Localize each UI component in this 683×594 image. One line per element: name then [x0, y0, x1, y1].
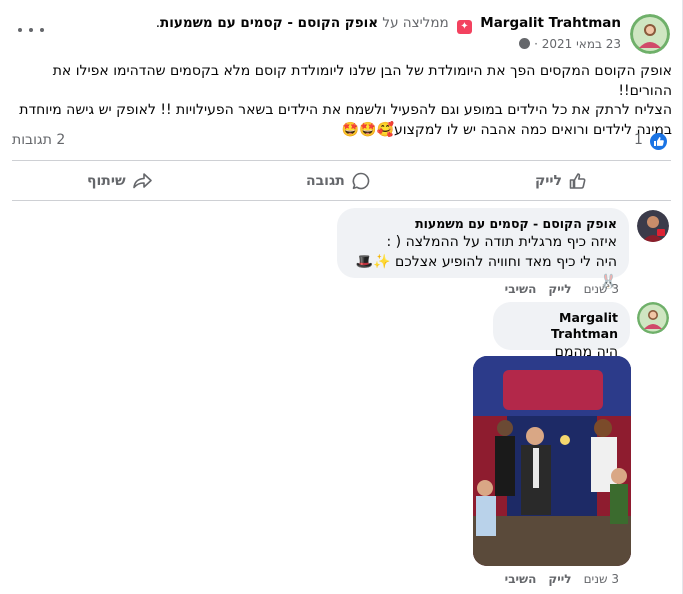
post-card: Margalit Trahtman ✦ ממליצה על אופק הקוסם… — [0, 0, 683, 594]
divider — [12, 160, 671, 161]
comment-like-link[interactable]: לייק — [548, 572, 571, 586]
comments-count-link[interactable]: 2 תגובות — [12, 132, 65, 148]
comment-actions: 3 שנים לייק השיבי — [505, 572, 619, 586]
comment-photo[interactable] — [473, 356, 631, 566]
comment-reply-link[interactable]: השיבי — [505, 282, 537, 296]
more-options-button[interactable] — [18, 20, 44, 40]
thumbs-up-icon — [569, 173, 586, 189]
share-arrow-icon — [132, 173, 152, 189]
more-dot-icon — [18, 28, 22, 32]
reaction-count[interactable]: 1 — [634, 132, 643, 148]
like-reaction-icon[interactable] — [650, 133, 667, 150]
share-label: שיתוף — [87, 173, 126, 189]
share-button[interactable]: שיתוף — [87, 165, 154, 197]
recommends-label: ממליצה על — [382, 15, 449, 31]
comment-like-link[interactable]: לייק — [548, 282, 571, 296]
recommend-icon: ✦ — [456, 20, 472, 34]
post-meta: 23 במאי 2021 · — [515, 37, 621, 51]
post-text-line: במינה לילדים ורואים כמה אהבה יש לו למקצו… — [341, 121, 672, 138]
meta-separator: · — [534, 37, 538, 51]
public-globe-icon — [519, 38, 531, 49]
comment-button[interactable]: תגובה — [306, 165, 371, 197]
divider — [12, 200, 671, 201]
comment-actions: 3 שנים לייק השיבי — [505, 282, 619, 296]
post-date[interactable]: 23 במאי 2021 — [542, 37, 621, 51]
comment-author[interactable]: Margalit Trahtman — [505, 310, 618, 342]
post-text-line: אופק הקוסם המקסים הפך את היומולדת של הבן… — [52, 63, 672, 99]
comment-time[interactable]: 3 שנים — [584, 282, 619, 296]
commenter-avatar[interactable] — [637, 302, 669, 334]
more-dot-icon — [29, 28, 33, 32]
like-button[interactable]: לייק — [535, 165, 588, 197]
comment-bubble: אופק הקוסם - קסמים עם משמעות איזה כיף מר… — [337, 208, 629, 290]
more-dot-icon — [40, 28, 44, 32]
comment-bubble-icon — [352, 172, 370, 190]
comment-reply-link[interactable]: השיבי — [505, 572, 537, 586]
comment-time[interactable]: 3 שנים — [584, 572, 619, 586]
comment-bubble: Margalit Trahtman היה מהמם ❗❗❗ — [493, 302, 630, 380]
comment-author[interactable]: אופק הקוסם - קסמים עם משמעות — [349, 216, 617, 232]
like-label: לייק — [535, 173, 563, 189]
comment-label: תגובה — [306, 173, 345, 189]
post-text-line: הצליח לרתק את כל הילדים במופע וגם להפעיל… — [19, 102, 672, 118]
author-avatar[interactable] — [630, 14, 670, 54]
page-name-link[interactable]: אופק הקוסם - קסמים עם משמעות — [160, 15, 378, 31]
author-name[interactable]: Margalit Trahtman — [480, 15, 621, 31]
post-header: Margalit Trahtman ✦ ממליצה על אופק הקוסם… — [156, 15, 621, 34]
commenter-avatar[interactable] — [637, 210, 669, 242]
comment-text-line: איזה כיף מרגלית תודה על ההמלצה ( : — [386, 234, 617, 250]
post-text: אופק הקוסם המקסים הפך את היומולדת של הבן… — [12, 62, 672, 140]
